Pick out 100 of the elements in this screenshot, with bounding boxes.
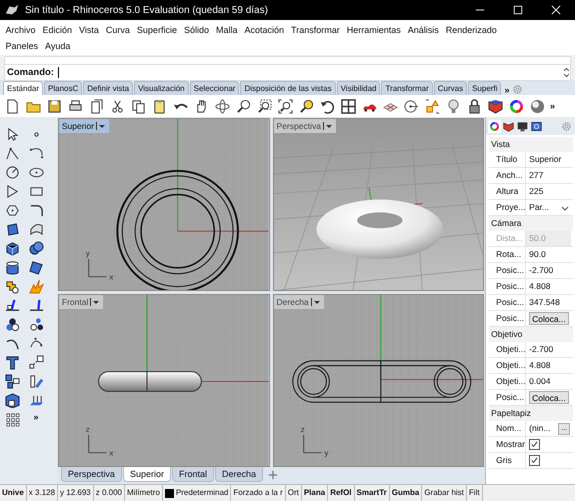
zoom-selected-icon[interactable] bbox=[299, 98, 314, 114]
menu-item[interactable]: Ayuda bbox=[42, 38, 74, 54]
spin-icon[interactable] bbox=[563, 66, 570, 79]
surface-patch-icon[interactable] bbox=[5, 222, 20, 237]
toolbar-tab[interactable]: Transformar bbox=[381, 81, 433, 95]
status-pane[interactable]: Gumba bbox=[390, 485, 422, 501]
property-value[interactable]: Superior bbox=[526, 152, 572, 167]
status-pane[interactable]: Filt bbox=[466, 485, 483, 501]
sphere-icon[interactable] bbox=[530, 98, 545, 114]
bent-surface-icon[interactable] bbox=[29, 222, 44, 237]
status-pane[interactable]: x 3.128 bbox=[26, 485, 58, 501]
toolbar-tab[interactable]: Definir vista bbox=[83, 81, 134, 95]
property-value[interactable]: 4.808 bbox=[526, 279, 572, 294]
twisted-surface-icon[interactable] bbox=[29, 260, 44, 275]
place-button[interactable]: Coloca... bbox=[529, 312, 569, 325]
blocks-icon[interactable] bbox=[5, 374, 20, 389]
four-viewports-icon[interactable] bbox=[341, 98, 356, 114]
property-value[interactable]: 225 bbox=[526, 184, 572, 199]
dot-grid-icon[interactable] bbox=[5, 412, 20, 427]
menu-item[interactable]: Renderizado bbox=[442, 22, 500, 38]
circles-icon[interactable] bbox=[5, 317, 20, 332]
more-tools-button[interactable]: » bbox=[548, 101, 558, 111]
status-pane[interactable]: Grabar hist bbox=[422, 485, 467, 501]
text-object-icon[interactable] bbox=[5, 355, 20, 370]
fillet-icon[interactable] bbox=[29, 203, 44, 218]
menu-item[interactable]: Herramientas bbox=[343, 22, 404, 38]
menu-item[interactable]: Sólido bbox=[180, 22, 212, 38]
menu-item[interactable]: Malla bbox=[212, 22, 241, 38]
checkbox[interactable] bbox=[529, 455, 540, 466]
lock-icon[interactable] bbox=[467, 98, 482, 114]
property-value[interactable]: 277 bbox=[526, 168, 572, 183]
close-icon[interactable] bbox=[551, 5, 561, 15]
zoom-window-icon[interactable] bbox=[257, 98, 272, 114]
arrows-up-icon[interactable] bbox=[29, 393, 44, 408]
menu-item[interactable]: Edición bbox=[39, 22, 76, 38]
maximize-icon[interactable] bbox=[513, 5, 523, 15]
file-icon[interactable] bbox=[5, 98, 20, 114]
toolbar-tab[interactable]: Estándar bbox=[3, 81, 44, 95]
viewport-tab[interactable]: Superior bbox=[122, 467, 171, 482]
status-pane[interactable]: Forzado a la r bbox=[231, 485, 286, 501]
toolbar-tab[interactable]: Curvas bbox=[434, 81, 468, 95]
color-wheel-icon[interactable] bbox=[488, 120, 502, 132]
polyline-icon[interactable] bbox=[5, 146, 20, 161]
puzzle-icon[interactable] bbox=[5, 279, 20, 294]
viewport-title[interactable]: Superior bbox=[58, 119, 110, 133]
cube-icon[interactable] bbox=[5, 241, 20, 256]
toolbar-tab[interactable]: Seleccionar bbox=[190, 81, 240, 95]
cut-icon[interactable] bbox=[110, 98, 125, 114]
dots-icon[interactable] bbox=[29, 317, 44, 332]
printer-icon[interactable] bbox=[68, 98, 83, 114]
menu-item[interactable]: Acotación bbox=[241, 22, 288, 38]
menu-item[interactable]: Transformar bbox=[288, 22, 344, 38]
box-icon[interactable] bbox=[488, 98, 503, 114]
toolbar-tab[interactable]: PlanosC bbox=[44, 81, 82, 95]
zoom-icon[interactable] bbox=[236, 98, 251, 114]
shapes-icon[interactable] bbox=[425, 98, 440, 114]
checkbox[interactable] bbox=[529, 439, 540, 450]
menu-item[interactable]: Vista bbox=[76, 22, 102, 38]
menu-item[interactable]: Curva bbox=[102, 22, 134, 38]
status-pane[interactable]: Ort bbox=[286, 485, 302, 501]
property-value[interactable]: -2.700 bbox=[526, 342, 572, 357]
clipboard-icon[interactable] bbox=[152, 98, 167, 114]
menu-item[interactable]: Archivo bbox=[2, 22, 40, 38]
property-value[interactable]: 347.548 bbox=[526, 295, 572, 310]
viewport-tab[interactable]: Derecha bbox=[214, 467, 264, 482]
save-icon[interactable] bbox=[47, 98, 62, 114]
toolbar-tab[interactable]: Disposición de las vistas bbox=[240, 81, 336, 95]
more-tabs-button[interactable]: » bbox=[502, 85, 512, 95]
copy-icon[interactable] bbox=[131, 98, 146, 114]
zoom-extents-icon[interactable] bbox=[278, 98, 293, 114]
viewport-title[interactable]: Derecha bbox=[274, 295, 324, 309]
monitor-icon[interactable] bbox=[516, 120, 530, 132]
status-pane[interactable]: SmartTr bbox=[354, 485, 390, 501]
spheres-icon[interactable] bbox=[29, 241, 44, 256]
toolbar-tab[interactable]: Superfi bbox=[468, 81, 502, 95]
arc-icon[interactable] bbox=[5, 184, 20, 199]
rotate-icon[interactable] bbox=[215, 98, 230, 114]
polygon-icon[interactable] bbox=[5, 203, 20, 218]
cylinder-icon[interactable] bbox=[5, 260, 20, 275]
property-value[interactable]: (nin... bbox=[529, 421, 550, 436]
property-value[interactable]: 90.0 bbox=[526, 247, 572, 262]
viewport-title[interactable]: Frontal bbox=[58, 295, 104, 309]
box-icon[interactable] bbox=[502, 120, 516, 132]
place-button[interactable]: Coloca... bbox=[529, 391, 569, 404]
property-value[interactable]: -2.700 bbox=[526, 263, 572, 278]
align-icon[interactable] bbox=[29, 374, 44, 389]
viewport-title[interactable]: Perspectiva bbox=[274, 119, 336, 133]
add-icon[interactable] bbox=[268, 470, 278, 480]
menu-item[interactable]: Superficie bbox=[133, 22, 180, 38]
trim-icon[interactable] bbox=[5, 298, 20, 313]
split-icon[interactable] bbox=[29, 298, 44, 313]
viewport-tab[interactable]: Perspectiva bbox=[60, 467, 122, 482]
lightbulb-icon[interactable] bbox=[446, 98, 461, 114]
status-pane[interactable]: Milímetro bbox=[125, 485, 163, 501]
status-pane[interactable]: Predeterminad bbox=[162, 485, 232, 501]
curve-icon[interactable] bbox=[29, 146, 44, 161]
scale-icon[interactable] bbox=[29, 355, 44, 370]
property-value[interactable]: 4.808 bbox=[526, 358, 572, 373]
image-icon[interactable] bbox=[530, 120, 544, 132]
more-tools-button[interactable]: » bbox=[29, 412, 54, 427]
